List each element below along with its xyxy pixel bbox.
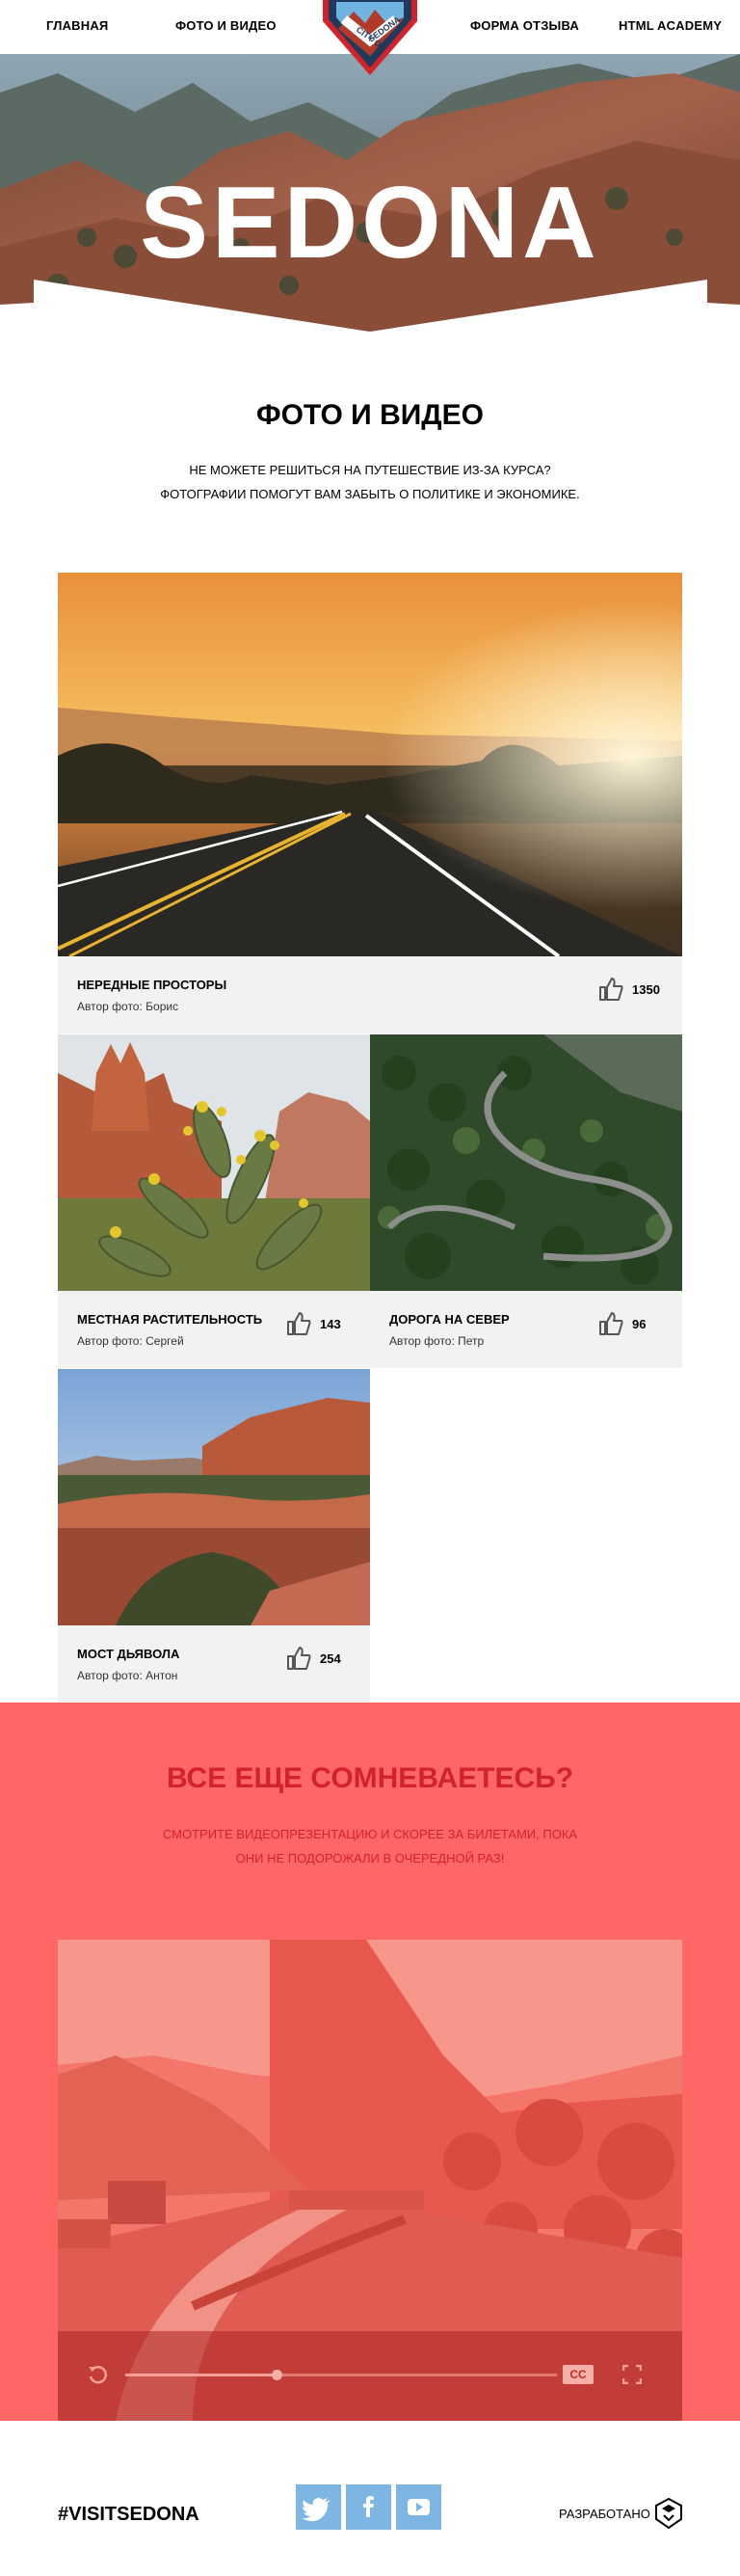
city-of-sedona-logo[interactable]: CITY OF SEDONA: [319, 0, 421, 77]
gallery-card: Нередные просторы Автор фото: Борис 1350: [58, 573, 682, 1033]
photo-author: Автор фото: Сергей: [77, 1334, 184, 1348]
likes-count: 254: [320, 1651, 341, 1666]
gallery-card: Мост дьявола Автор фото: Антон 254: [58, 1369, 370, 1703]
photo-video-subtitle-line2: ФОТОГРАФИИ ПОМОГУТ ВАМ ЗАБЫТЬ О ПОЛИТИКЕ…: [160, 487, 580, 501]
photo-caption: Дорога на север Автор фото: Петр 96: [370, 1291, 682, 1368]
photo-devils-bridge[interactable]: [58, 1369, 370, 1625]
nav-link-feedback[interactable]: Форма отзыва: [470, 18, 579, 33]
photo-title: Дорога на север: [389, 1312, 510, 1327]
hero-title: SEDONA: [140, 166, 600, 280]
video-controls-bar: CC: [58, 2331, 682, 2421]
likes-count: 96: [632, 1317, 647, 1331]
hero-banner: SEDONA: [0, 54, 740, 337]
photo-title: Мост дьявола: [77, 1647, 180, 1661]
video-progress-handle[interactable]: [271, 2370, 282, 2380]
video-section: ВСЕ ЕЩЕ СОМНЕВАЕТЕСЬ? СМОТРИТЕ ВИДЕОПРЕЗ…: [0, 1703, 740, 2421]
page-footer: #VISITSEDONA Разработано: [0, 2421, 740, 2576]
photo-road-north[interactable]: [370, 1034, 682, 1291]
video-section-subtitle-line1: СМОТРИТЕ ВИДЕОПРЕЗЕНТАЦИЮ И СКОРЕЕ ЗА БИ…: [162, 1827, 578, 1841]
twitter-icon: [302, 2498, 330, 2522]
video-section-title: ВСЕ ЕЩЕ СОМНЕВАЕТЕСЬ?: [166, 1762, 574, 1794]
video-player[interactable]: CC: [58, 1940, 682, 2421]
twitter-link[interactable]: [296, 2484, 341, 2530]
photo-video-title: ФОТО И ВИДЕО: [255, 399, 485, 431]
video-progress-track[interactable]: [125, 2370, 557, 2380]
facebook-link[interactable]: [346, 2484, 391, 2530]
video-section-subtitle-line2: ОНИ НЕ ПОДОРОЖАЛИ В ОЧЕРЕДНОЙ РАЗ!: [235, 1851, 505, 1865]
thumbs-up-icon[interactable]: [285, 1310, 312, 1337]
photo-author: Автор фото: Борис: [77, 1000, 179, 1013]
youtube-icon: [408, 2499, 430, 2515]
photo-local-plants[interactable]: [58, 1034, 370, 1291]
developed-by-label: Разработано: [559, 2507, 650, 2521]
photo-video-subtitle-line1: НЕ МОЖЕТЕ РЕШИТЬСЯ НА ПУТЕШЕСТВИЕ ИЗ-ЗА …: [189, 463, 551, 477]
photo-open-road[interactable]: [58, 573, 682, 956]
thumbs-up-icon[interactable]: [597, 976, 624, 1003]
youtube-link[interactable]: [396, 2484, 441, 2530]
photo-title: Нередные просторы: [77, 978, 227, 992]
likes-count: 1350: [632, 982, 660, 997]
fullscreen-icon[interactable]: [621, 2364, 643, 2385]
nav-link-photo-video[interactable]: Фото и видео: [175, 18, 277, 33]
hashtag: #VISITSEDONA: [58, 2504, 199, 2525]
thumbs-up-icon[interactable]: [285, 1645, 312, 1672]
photo-author: Автор фото: Петр: [389, 1334, 485, 1348]
likes-count: 143: [320, 1317, 341, 1331]
nav-link-html-academy[interactable]: HTML Academy: [619, 18, 722, 33]
html-academy-icon[interactable]: [655, 2497, 682, 2530]
nav-link-home[interactable]: Главная: [46, 18, 108, 33]
photo-author: Автор фото: Антон: [77, 1669, 178, 1682]
video-progress-fill: [125, 2374, 277, 2376]
thumbs-up-icon[interactable]: [597, 1310, 624, 1337]
gallery-card: Дорога на север Автор фото: Петр 96: [370, 1034, 682, 1368]
replay-icon[interactable]: [87, 2364, 108, 2385]
photo-title: Местная растительность: [77, 1312, 263, 1327]
gallery-card: Местная растительность Автор фото: Серге…: [58, 1034, 370, 1368]
photo-caption: Местная растительность Автор фото: Серге…: [58, 1291, 370, 1368]
facebook-icon: [363, 2496, 374, 2517]
closed-captions-button[interactable]: CC: [563, 2365, 594, 2384]
photo-caption: Мост дьявола Автор фото: Антон 254: [58, 1625, 370, 1703]
photo-caption: Нередные просторы Автор фото: Борис 1350: [58, 956, 682, 1033]
